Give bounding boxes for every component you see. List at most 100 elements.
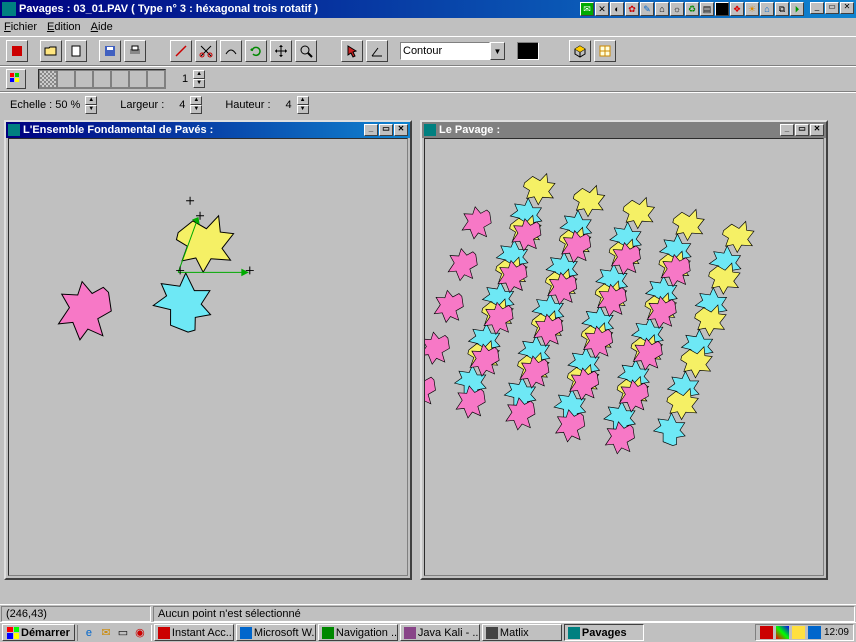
spin-up-icon[interactable]: ▲ <box>85 96 97 105</box>
tool-move[interactable] <box>270 40 292 62</box>
tool-pointer[interactable] <box>341 40 363 62</box>
echelle-spinner[interactable]: ▲▼ <box>85 96 97 114</box>
main-toolbar: ▼ <box>0 36 856 66</box>
ql-channels-icon[interactable]: ◉ <box>132 625 148 641</box>
window-fundamental[interactable]: L'Ensemble Fondamental de Pavés : _ ▭ ✕ <box>4 120 412 580</box>
ql-outlook-icon[interactable]: ✉ <box>98 625 114 641</box>
print-button[interactable] <box>124 40 146 62</box>
close-button[interactable]: ✕ <box>840 2 854 14</box>
task-button[interactable]: Matlix <box>482 624 562 641</box>
fundamental-canvas[interactable] <box>9 139 407 575</box>
style-combo[interactable]: ▼ <box>400 42 505 60</box>
pavage-canvas[interactable] <box>425 139 823 575</box>
palette-cell[interactable] <box>93 70 111 88</box>
palette-spinner[interactable]: ▲▼ <box>193 70 205 88</box>
palette-cell[interactable] <box>147 70 165 88</box>
color-swatch[interactable] <box>517 42 539 60</box>
tool-rotate[interactable] <box>245 40 267 62</box>
hauteur-label: Hauteur : <box>225 99 270 111</box>
start-button[interactable]: Démarrer <box>2 624 75 641</box>
tray-icon[interactable]: ⌂ <box>760 2 774 16</box>
window-titlebar[interactable]: L'Ensemble Fondamental de Pavés : _ ▭ ✕ <box>6 122 410 138</box>
window-icon <box>8 124 20 136</box>
tray-icon[interactable]: ✉ <box>580 2 594 16</box>
menu-aide[interactable]: Aide <box>91 21 113 33</box>
maximize-button[interactable]: ▭ <box>795 124 809 136</box>
tray-icon[interactable] <box>776 626 789 639</box>
tray-icon[interactable]: ⧉ <box>775 2 789 16</box>
tool-scissors[interactable] <box>195 40 217 62</box>
spin-up-icon[interactable]: ▲ <box>193 70 205 79</box>
tray-icon[interactable]: ❖ <box>730 2 744 16</box>
menu-fichier[interactable]: Fichier <box>4 21 37 33</box>
task-button[interactable]: Pavages <box>564 624 644 641</box>
task-button[interactable]: Java Kali - ... <box>400 624 480 641</box>
palette-cell[interactable] <box>39 70 57 88</box>
maximize-button[interactable]: ▭ <box>825 2 839 14</box>
status-message: Aucun point n'est sélectionné <box>153 606 855 622</box>
ql-desktop-icon[interactable]: ▭ <box>115 625 131 641</box>
spin-down-icon[interactable]: ▼ <box>190 105 202 114</box>
task-button[interactable]: Navigation ... <box>318 624 398 641</box>
tray-icon[interactable]: ✎ <box>640 2 654 16</box>
hauteur-spinner[interactable]: ▲▼ <box>297 96 309 114</box>
windows-logo-icon <box>7 627 19 639</box>
tray-icon[interactable]: ▤ <box>700 2 714 16</box>
spin-down-icon[interactable]: ▼ <box>85 105 97 114</box>
palette-cell[interactable] <box>129 70 147 88</box>
tray-icon[interactable]: ◐ <box>610 2 624 16</box>
tray-icon[interactable] <box>792 626 805 639</box>
largeur-spinner[interactable]: ▲▼ <box>190 96 202 114</box>
combo-dropdown-icon[interactable]: ▼ <box>490 42 505 60</box>
ql-ie-icon[interactable]: e <box>81 625 97 641</box>
maximize-button[interactable]: ▭ <box>379 124 393 136</box>
palette-cell[interactable] <box>57 70 75 88</box>
close-button[interactable]: ✕ <box>394 124 408 136</box>
color-palette[interactable] <box>38 69 166 89</box>
task-button[interactable]: Instant Acc... <box>154 624 234 641</box>
tool-zoom[interactable] <box>295 40 317 62</box>
tool-angle[interactable] <box>366 40 388 62</box>
spin-down-icon[interactable]: ▼ <box>193 79 205 88</box>
close-button[interactable]: ✕ <box>810 124 824 136</box>
tray-icon[interactable]: ✕ <box>595 2 609 16</box>
tray-icon[interactable]: ☀ <box>745 2 759 16</box>
palette-index: 1 <box>182 73 188 85</box>
task-label: Java Kali - ... <box>418 627 480 639</box>
stop-button[interactable] <box>6 40 28 62</box>
new-button[interactable] <box>65 40 87 62</box>
tray-icon[interactable]: ♻ <box>685 2 699 16</box>
tray-icon[interactable] <box>808 626 821 639</box>
task-label: Matlix <box>500 627 529 639</box>
largeur-label: Largeur : <box>120 99 164 111</box>
status-coords: (246,43) <box>1 606 151 622</box>
tray-icon[interactable] <box>715 2 729 16</box>
save-button[interactable] <box>99 40 121 62</box>
tray-icon[interactable]: ✿ <box>625 2 639 16</box>
window-pavage[interactable]: Le Pavage : _ ▭ ✕ <box>420 120 828 580</box>
menu-edition[interactable]: Edition <box>47 21 81 33</box>
task-button[interactable]: Microsoft W... <box>236 624 316 641</box>
minimize-button[interactable]: _ <box>780 124 794 136</box>
window-titlebar[interactable]: Le Pavage : _ ▭ ✕ <box>422 122 826 138</box>
tray-icon[interactable]: ☼ <box>670 2 684 16</box>
palette-toolbar: 1 ▲▼ <box>0 66 856 92</box>
tool-curve[interactable] <box>220 40 242 62</box>
tool-grid[interactable] <box>594 40 616 62</box>
spin-down-icon[interactable]: ▼ <box>297 105 309 114</box>
palette-cell[interactable] <box>75 70 93 88</box>
tray-icon[interactable]: ⌂ <box>655 2 669 16</box>
tool-3d[interactable] <box>569 40 591 62</box>
tool-line[interactable] <box>170 40 192 62</box>
open-button[interactable] <box>40 40 62 62</box>
tray-icon[interactable]: ⏵ <box>790 2 804 16</box>
spin-up-icon[interactable]: ▲ <box>297 96 309 105</box>
spin-up-icon[interactable]: ▲ <box>190 96 202 105</box>
minimize-button[interactable]: _ <box>364 124 378 136</box>
window-icon <box>424 124 436 136</box>
minimize-button[interactable]: _ <box>810 2 824 14</box>
style-combo-input[interactable] <box>400 42 490 60</box>
palette-cell[interactable] <box>111 70 129 88</box>
tray-icon[interactable] <box>760 626 773 639</box>
palette-button[interactable] <box>6 69 26 89</box>
